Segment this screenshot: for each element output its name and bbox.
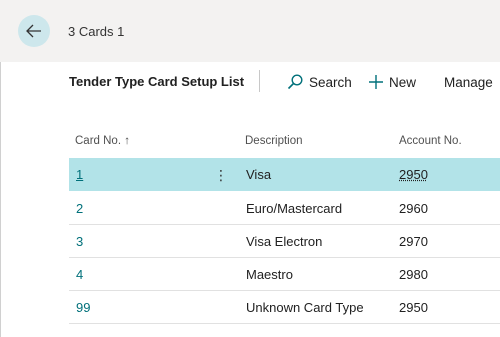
table-row[interactable]: 99 Unknown Card Type 2950 bbox=[69, 291, 500, 324]
table-row[interactable]: 4 Maestro 2980 bbox=[69, 258, 500, 291]
description-cell: Visa bbox=[246, 167, 271, 182]
new-button[interactable]: New bbox=[369, 71, 416, 93]
account-no-cell: 2980 bbox=[399, 267, 428, 282]
account-no-cell[interactable]: 2950 bbox=[399, 167, 428, 182]
column-header-card-no[interactable]: Card No. ↑ bbox=[75, 135, 130, 147]
table-header: Card No. ↑ Description Account No. bbox=[69, 126, 500, 158]
table-row[interactable]: 2 Euro/Mastercard 2960 bbox=[69, 192, 500, 225]
card-no-link[interactable]: 3 bbox=[76, 234, 83, 249]
description-cell: Visa Electron bbox=[246, 234, 322, 249]
search-label: Search bbox=[309, 75, 352, 90]
card-no-link[interactable]: 1 bbox=[76, 167, 83, 182]
list-title: Tender Type Card Setup List bbox=[69, 74, 244, 89]
manage-menu[interactable]: Manage bbox=[444, 71, 493, 93]
action-bar: Tender Type Card Setup List Search New M… bbox=[1, 62, 500, 102]
column-header-account-no[interactable]: Account No. bbox=[399, 135, 462, 147]
action-bar-divider bbox=[259, 70, 260, 92]
description-cell: Euro/Mastercard bbox=[246, 201, 342, 216]
account-no-cell: 2960 bbox=[399, 201, 428, 216]
search-button[interactable]: Search bbox=[287, 71, 352, 93]
table-row[interactable]: 3 Visa Electron 2970 bbox=[69, 225, 500, 258]
list-page-content: Tender Type Card Setup List Search New M… bbox=[0, 62, 500, 337]
account-no-cell: 2950 bbox=[399, 300, 428, 315]
table-row[interactable]: 1 ⋮ Visa 2950 bbox=[69, 158, 500, 191]
account-no-cell: 2970 bbox=[399, 234, 428, 249]
page-caption: 3 Cards 1 bbox=[68, 24, 124, 39]
new-label: New bbox=[389, 75, 416, 90]
more-vertical-icon[interactable]: ⋮ bbox=[213, 166, 229, 184]
column-header-description[interactable]: Description bbox=[245, 135, 303, 147]
card-no-link[interactable]: 99 bbox=[76, 300, 90, 315]
search-icon bbox=[287, 74, 303, 90]
back-button[interactable] bbox=[18, 15, 50, 47]
manage-label: Manage bbox=[444, 75, 493, 90]
arrow-left-icon bbox=[25, 22, 43, 40]
card-no-link[interactable]: 4 bbox=[76, 267, 83, 282]
card-no-link[interactable]: 2 bbox=[76, 201, 83, 216]
plus-icon bbox=[369, 75, 383, 89]
description-cell: Unknown Card Type bbox=[246, 300, 364, 315]
description-cell: Maestro bbox=[246, 267, 293, 282]
page-header: 3 Cards 1 bbox=[0, 0, 500, 64]
